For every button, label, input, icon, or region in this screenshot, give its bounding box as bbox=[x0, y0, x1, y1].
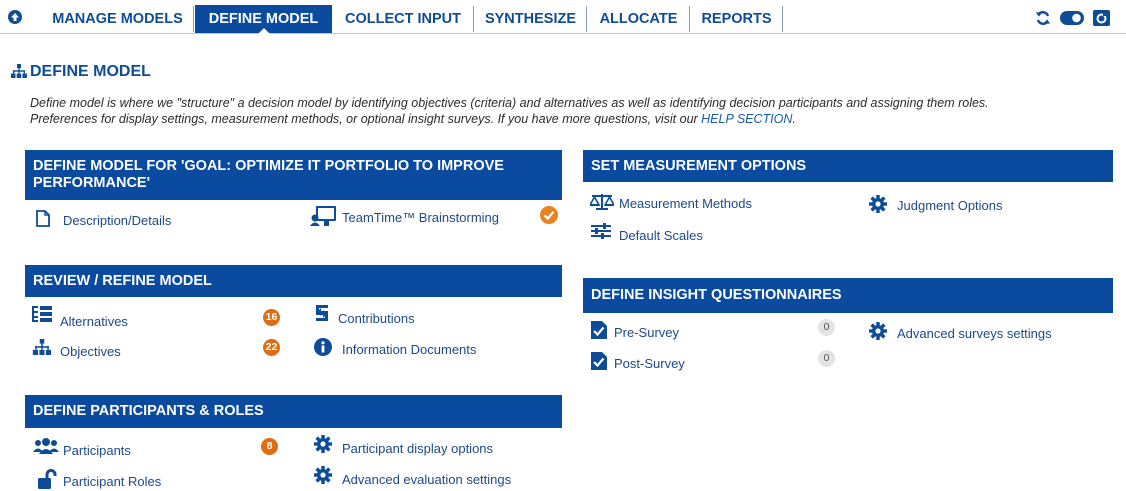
sliders-icon bbox=[591, 223, 611, 239]
document-icon bbox=[36, 210, 50, 227]
review-refine-header: REVIEW / REFINE MODEL bbox=[25, 265, 562, 297]
participant-display-options-link[interactable]: Participant display options bbox=[342, 441, 493, 456]
judgment-options-link[interactable]: Judgment Options bbox=[897, 198, 1003, 213]
define-model-goal-header: DEFINE MODEL FOR 'GOAL: OPTIMIZE IT PORT… bbox=[25, 150, 562, 200]
intro-line-2-suffix: . bbox=[792, 112, 796, 126]
checked-document-icon bbox=[591, 321, 607, 339]
checked-document-icon bbox=[591, 352, 607, 370]
objectives-hierarchy-icon bbox=[32, 339, 52, 355]
measurement-methods-link[interactable]: Measurement Methods bbox=[619, 196, 752, 211]
objectives-count-badge: 22 bbox=[263, 339, 280, 356]
up-arrow-icon[interactable] bbox=[8, 10, 22, 24]
tab-reports[interactable]: REPORTS bbox=[691, 6, 783, 32]
screenshot-icon[interactable] bbox=[1093, 10, 1110, 26]
alternatives-count-badge: 16 bbox=[263, 309, 280, 326]
help-section-link[interactable]: HELP SECTION bbox=[701, 112, 792, 126]
measurement-options-header: SET MEASUREMENT OPTIONS bbox=[583, 150, 1113, 182]
gear-icon bbox=[869, 195, 887, 213]
information-documents-link[interactable]: Information Documents bbox=[342, 342, 476, 357]
description-details-link[interactable]: Description/Details bbox=[63, 213, 171, 228]
participants-link[interactable]: Participants bbox=[63, 443, 131, 458]
brainstorming-icon bbox=[310, 206, 336, 226]
gear-icon bbox=[869, 322, 887, 340]
default-scales-link[interactable]: Default Scales bbox=[619, 228, 703, 243]
tab-define-model[interactable]: DEFINE MODEL bbox=[195, 5, 332, 34]
contributions-link[interactable]: Contributions bbox=[338, 311, 415, 326]
objectives-link[interactable]: Objectives bbox=[60, 344, 121, 359]
post-survey-count-badge: 0 bbox=[818, 350, 835, 367]
tab-collect-input[interactable]: COLLECT INPUT bbox=[333, 6, 474, 32]
refresh-icon[interactable] bbox=[1035, 10, 1051, 26]
participant-roles-link[interactable]: Participant Roles bbox=[63, 474, 161, 489]
info-icon bbox=[314, 338, 332, 356]
participants-roles-header: DEFINE PARTICIPANTS & ROLES bbox=[25, 395, 562, 428]
intro-line-1: Define model is where we "structure" a d… bbox=[30, 96, 989, 110]
page-title: DEFINE MODEL bbox=[30, 63, 151, 80]
tab-allocate[interactable]: ALLOCATE bbox=[588, 6, 690, 32]
top-nav: MANAGE MODELS DEFINE MODEL COLLECT INPUT… bbox=[0, 0, 1126, 34]
intro-text: Define model is where we "structure" a d… bbox=[30, 95, 1110, 127]
intro-line-2: Preferences for display settings, measur… bbox=[30, 111, 1110, 127]
teamtime-brainstorming-link[interactable]: TeamTime™ Brainstorming bbox=[342, 210, 499, 225]
post-survey-link[interactable]: Post-Survey bbox=[614, 356, 685, 371]
participants-count-badge: 8 bbox=[261, 438, 278, 455]
tab-synthesize[interactable]: SYNTHESIZE bbox=[475, 6, 587, 32]
unlock-icon bbox=[38, 469, 57, 489]
intro-line-2-prefix: Preferences for display settings, measur… bbox=[30, 112, 702, 126]
balance-scale-icon bbox=[590, 194, 614, 210]
alternatives-link[interactable]: Alternatives bbox=[60, 314, 128, 329]
hierarchy-icon bbox=[11, 64, 27, 78]
gear-icon bbox=[314, 435, 332, 453]
advanced-surveys-settings-link[interactable]: Advanced surveys settings bbox=[897, 326, 1052, 341]
contributions-icon bbox=[316, 305, 328, 321]
pre-survey-link[interactable]: Pre-Survey bbox=[614, 325, 679, 340]
advanced-evaluation-settings-link[interactable]: Advanced evaluation settings bbox=[342, 472, 511, 487]
alternatives-icon bbox=[32, 306, 52, 322]
gear-icon bbox=[314, 466, 332, 484]
users-icon bbox=[33, 438, 59, 454]
pre-survey-count-badge: 0 bbox=[818, 319, 835, 336]
insight-questionnaires-header: DEFINE INSIGHT QUESTIONNAIRES bbox=[583, 278, 1113, 313]
toggle-icon[interactable] bbox=[1060, 11, 1084, 25]
check-icon bbox=[540, 206, 558, 224]
tab-manage-models[interactable]: MANAGE MODELS bbox=[42, 6, 194, 32]
